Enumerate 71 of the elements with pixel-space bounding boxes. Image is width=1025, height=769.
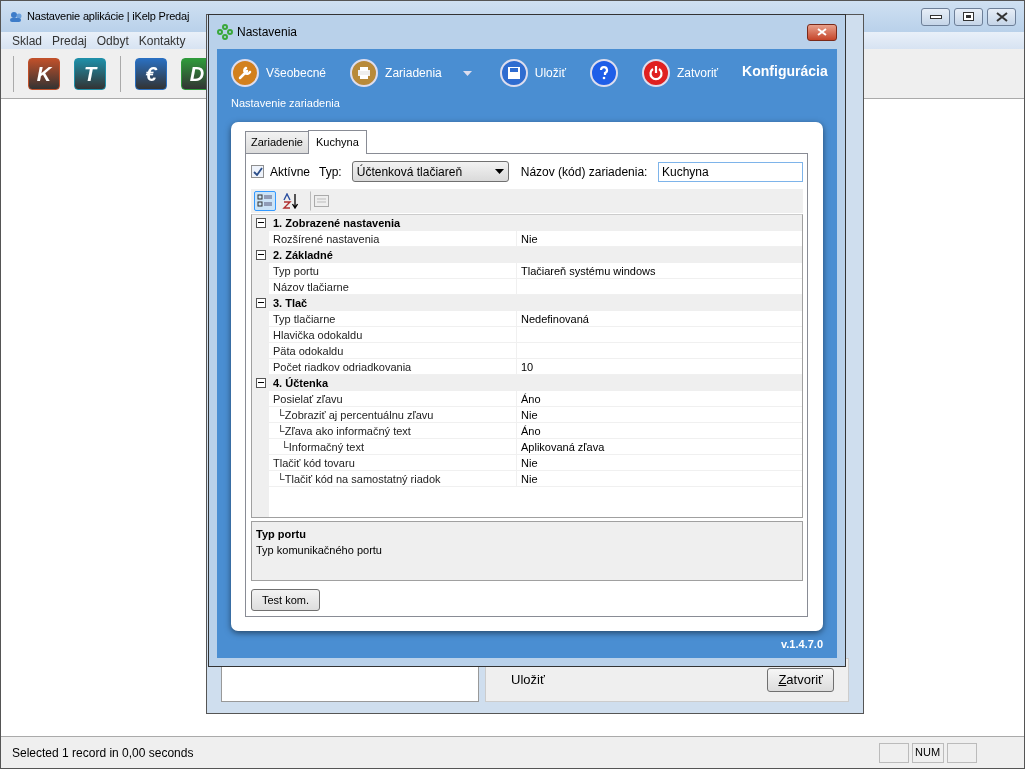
close-icon <box>817 28 827 36</box>
property-name: Tlačiť kód tovaru <box>269 454 517 471</box>
gear-icon <box>217 24 233 40</box>
collapse-icon[interactable] <box>255 249 266 260</box>
collapse-icon[interactable] <box>255 297 266 308</box>
action-label: Uložiť <box>511 671 545 690</box>
property-value: Áno <box>517 390 802 407</box>
active-label: Aktívne <box>270 163 311 181</box>
property-value: Nie <box>517 230 802 247</box>
minimize-icon <box>929 14 942 19</box>
collapse-icon[interactable] <box>255 217 266 228</box>
active-checkbox[interactable] <box>251 165 264 178</box>
property-name: └Zobraziť aj percentuálnu zľavu <box>269 406 517 423</box>
menu-item[interactable]: Kontakty <box>133 32 191 49</box>
status-panel <box>879 742 909 763</box>
collapse-icon[interactable] <box>255 377 266 388</box>
property-name: Rozšírené nastavenia <box>269 230 517 247</box>
caret-icon[interactable] <box>462 71 472 77</box>
menu-item[interactable]: Sklad <box>7 32 48 49</box>
help-button[interactable] <box>589 59 618 87</box>
test-button[interactable]: Test kom. <box>251 588 321 611</box>
close-button[interactable] <box>807 23 837 41</box>
tab[interactable]: Zariadenie <box>245 131 309 153</box>
minimize-button[interactable] <box>921 7 950 26</box>
name-label: Názov (kód) zariadenia: <box>520 163 648 181</box>
sort-icon[interactable] <box>282 192 298 209</box>
toolbar-button[interactable]: T <box>74 57 106 90</box>
section-subtitle: Nastavenie zariadenia <box>231 96 341 111</box>
property-name: └Informačný text <box>269 438 517 455</box>
status-text: Selected 1 record in 0,00 seconds <box>12 744 194 762</box>
type-label: Typ: <box>319 163 342 181</box>
toolbar-button[interactable]: K <box>28 57 60 90</box>
app-icon <box>9 10 23 23</box>
type-dropdown[interactable]: Účtenková tlačiareň <box>351 161 509 182</box>
tab[interactable]: Kuchyna <box>308 130 367 154</box>
dialog-title: Nastavenia <box>237 24 298 41</box>
maximize-button[interactable] <box>954 7 983 26</box>
property-value: Tlačiareň systému windows <box>517 262 802 279</box>
menu-item[interactable]: Predaj <box>47 32 92 49</box>
name-field[interactable]: Kuchyna <box>658 161 803 182</box>
property-value: Nie <box>517 454 802 471</box>
property-value: Nie <box>517 406 802 423</box>
property-value: Aplikovaná zľava <box>517 438 802 455</box>
category-label: 1. Zobrazené nastavenia <box>269 214 802 231</box>
property-value: 10 <box>517 358 802 375</box>
version-label: v.1.4.7.0 <box>781 636 823 652</box>
dialog-heading: Konfigurácia <box>742 62 828 81</box>
property-name: └Tlačiť kód na samostatný riadok <box>269 470 517 487</box>
property-name: Typ tlačiarne <box>269 310 517 327</box>
property-value: Nedefinovaná <box>517 310 802 327</box>
property-name: Hlavička odokaldu <box>269 326 517 343</box>
close-button[interactable] <box>987 7 1016 26</box>
status-panel <box>947 742 977 763</box>
description-title: Typ portu <box>256 526 307 542</box>
window-title: Nastavenie aplikácie | iKelp Predaj <box>27 9 190 25</box>
property-name: Posielať zľavu <box>269 390 517 407</box>
property-value: Nie <box>517 470 802 487</box>
menu-item[interactable]: Odbyt <box>91 32 134 49</box>
property-name: Typ portu <box>269 262 517 279</box>
description-text: Typ komunikačného portu <box>256 543 383 558</box>
maximize-icon <box>963 12 974 21</box>
property-name: Počet riadkov odriadkovania <box>269 358 517 375</box>
property-value: Áno <box>517 422 802 439</box>
property-name: └Zľava ako informačný text <box>269 422 517 439</box>
close-icon <box>995 11 1008 22</box>
num-lock-indicator: NUM <box>912 742 944 763</box>
close-button[interactable]: Zatvoriť <box>767 668 834 692</box>
property-name: Názov tlačiarne <box>269 278 517 295</box>
property-name: Päta odokaldu <box>269 342 517 359</box>
toolbar-button[interactable]: € <box>135 57 167 90</box>
caret-icon <box>494 169 504 174</box>
